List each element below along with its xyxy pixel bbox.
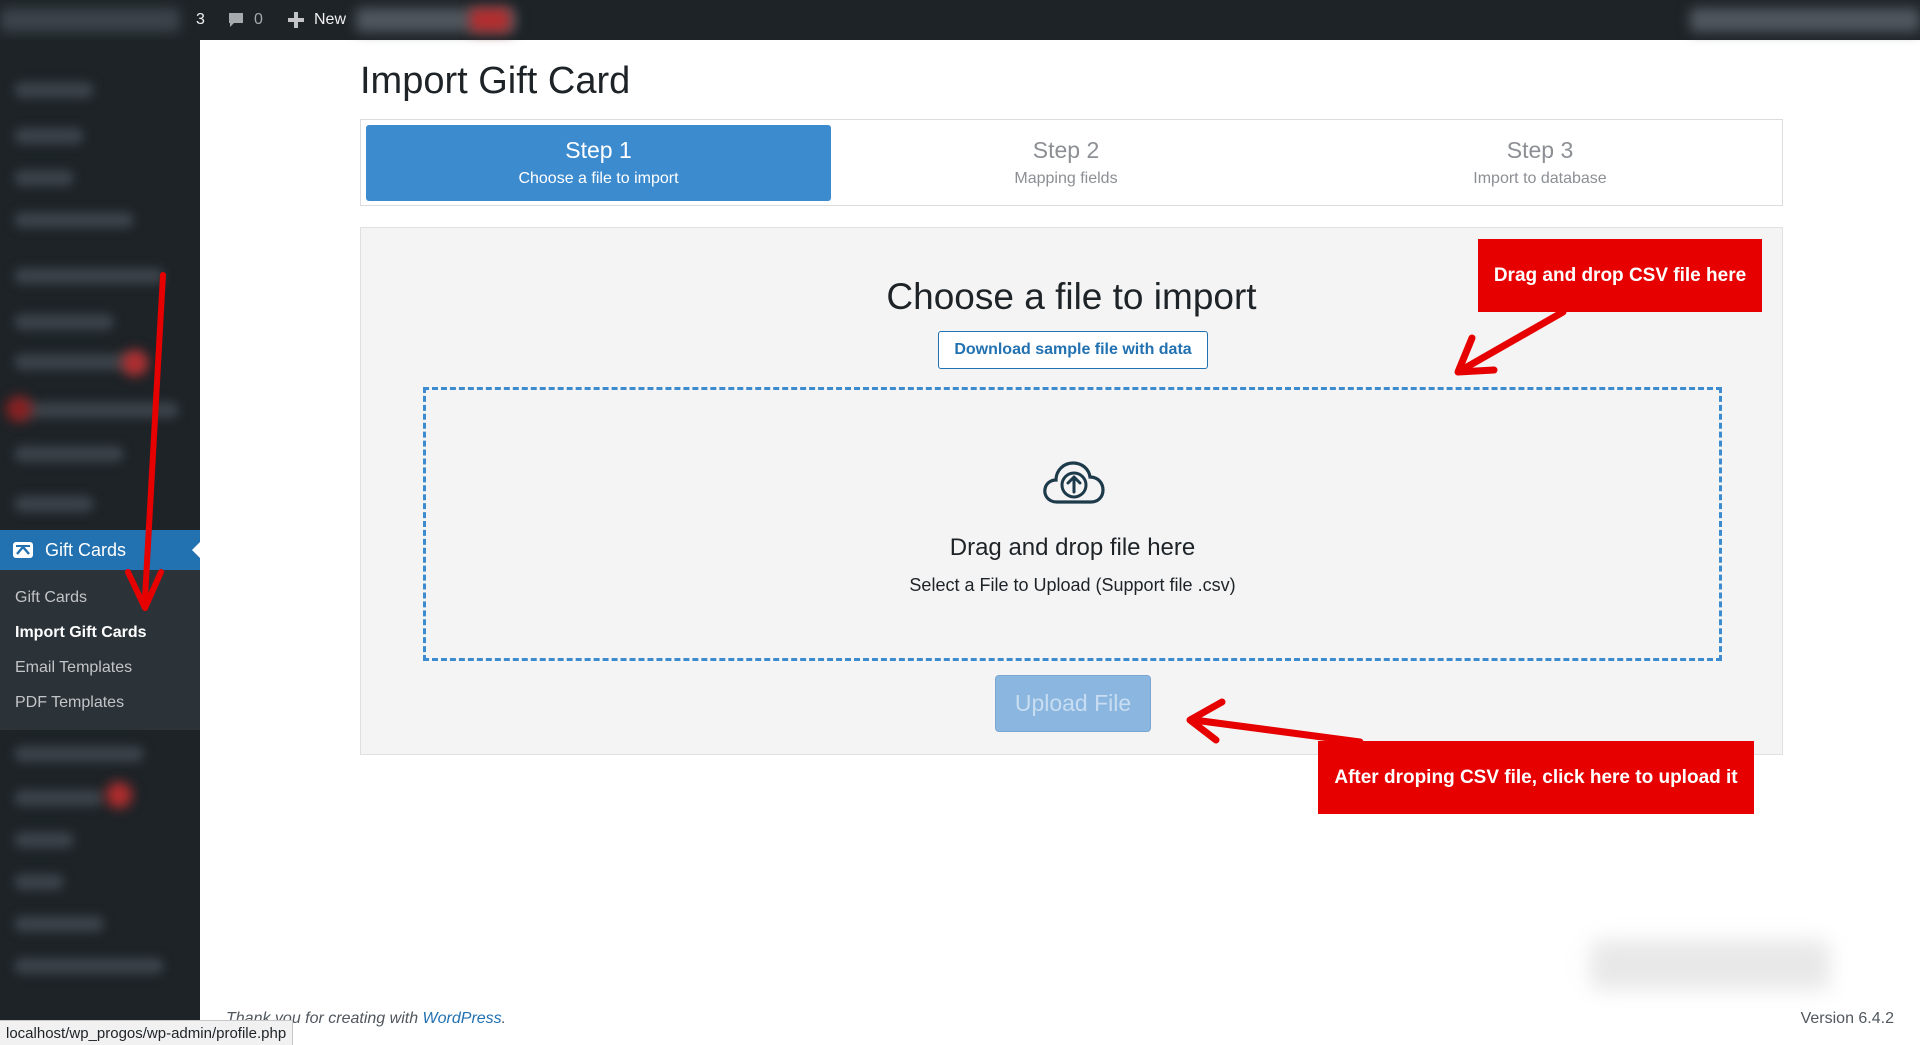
step-title: Step 2 [1032, 137, 1100, 163]
wordpress-link[interactable]: WordPress [423, 1010, 502, 1027]
download-sample-button[interactable]: Download sample file with data [938, 331, 1208, 369]
blurred-menu-item[interactable] [14, 402, 179, 418]
footer-version: Version 6.4.2 [1800, 1010, 1894, 1027]
updates-counter[interactable]: 3 [196, 0, 205, 40]
plus-icon [286, 10, 306, 30]
new-label: New [314, 11, 347, 28]
import-stepper: Step 1 Choose a file to import Step 2 Ma… [360, 119, 1783, 206]
dropzone-subtitle: Select a File to Upload (Support file .c… [909, 575, 1236, 595]
blurred-menu-item[interactable] [14, 496, 94, 512]
sidebar-item-gift-cards[interactable]: Gift Cards [0, 530, 200, 570]
blurred-badge [122, 350, 148, 376]
step-title: Step 1 [565, 137, 632, 163]
sidebar-item-label: Gift Cards [45, 539, 127, 560]
comment-icon [226, 10, 246, 30]
blurred-badge [470, 8, 510, 32]
blurred-menu-item[interactable] [14, 958, 164, 974]
upload-callout: After droping CSV file, click here to up… [1318, 741, 1754, 814]
blurred-badge [6, 396, 32, 422]
blurred-menu-item[interactable] [14, 832, 74, 848]
admin-sidebar: Gift Cards Gift Cards Import Gift Cards … [0, 40, 200, 1020]
step-subtitle: Import to database [1473, 170, 1607, 187]
submenu-item-pdf-templates[interactable]: PDF Templates [15, 694, 124, 712]
new-content-link[interactable]: New [286, 0, 346, 40]
updates-count: 3 [196, 11, 205, 28]
blurred-menu-item[interactable] [14, 874, 64, 890]
footer-thanks-suffix: . [501, 1010, 507, 1027]
blurred-menu-item[interactable] [14, 128, 84, 144]
comments-count: 0 [254, 11, 263, 28]
gift-cards-submenu: Gift Cards Import Gift Cards Email Templ… [0, 570, 200, 730]
step-title: Step 3 [1506, 137, 1574, 163]
step-subtitle: Mapping fields [1014, 170, 1118, 187]
blurred-menu-item[interactable] [14, 212, 134, 228]
page-title: Import Gift Card [360, 60, 631, 102]
step-2: Step 2 Mapping fields [831, 125, 1301, 201]
blurred-menu-item[interactable] [14, 170, 74, 186]
blurred-menu-item[interactable] [14, 916, 104, 932]
blurred-footer-element [1590, 940, 1830, 990]
step-3: Step 3 Import to database [1301, 125, 1779, 201]
step-1[interactable]: Step 1 Choose a file to import [366, 125, 831, 201]
drag-drop-callout: Drag and drop CSV file here [1478, 239, 1762, 312]
blurred-menu-item[interactable] [14, 790, 104, 806]
gift-card-icon [12, 539, 34, 561]
browser-status-url: localhost/wp_progos/wp-admin/profile.php [0, 1020, 294, 1045]
submenu-item-email-templates[interactable]: Email Templates [15, 659, 132, 677]
blurred-site-name [0, 8, 180, 32]
submenu-item-import-gift-cards[interactable]: Import Gift Cards [15, 624, 147, 642]
blurred-menu-item[interactable] [14, 314, 114, 330]
blurred-account[interactable] [1690, 8, 1920, 32]
blurred-menu-item[interactable] [14, 268, 164, 284]
cloud-upload-icon [1041, 458, 1107, 511]
blurred-menu-item[interactable] [14, 446, 124, 462]
blurred-badge [106, 782, 132, 808]
comments-link[interactable]: 0 [226, 0, 263, 40]
file-dropzone[interactable]: Drag and drop file here Select a File to… [423, 387, 1722, 661]
blurred-menu-item[interactable] [14, 746, 144, 762]
step-subtitle: Choose a file to import [518, 170, 679, 187]
current-menu-pointer [192, 542, 200, 558]
admin-bar: 3 0 New [0, 0, 1920, 40]
upload-file-button[interactable]: Upload File [995, 675, 1151, 732]
submenu-item-gift-cards[interactable]: Gift Cards [15, 589, 87, 607]
blurred-menu-item[interactable] [14, 82, 94, 98]
dropzone-title: Drag and drop file here [949, 534, 1196, 561]
